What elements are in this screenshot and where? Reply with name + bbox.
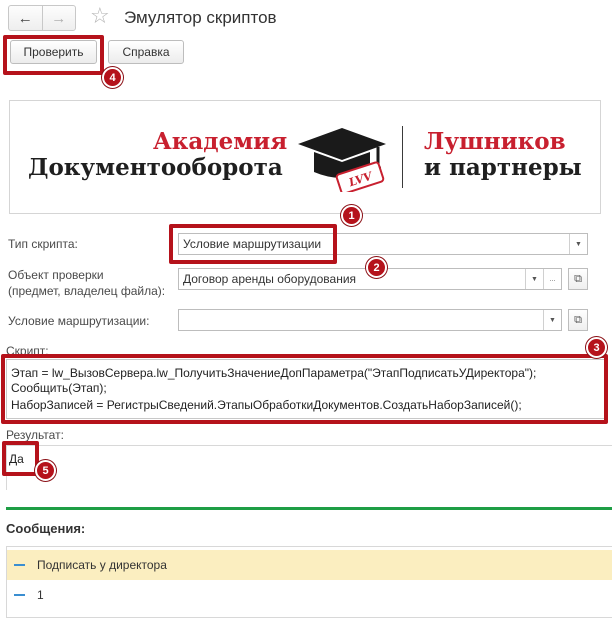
open-condition-icon[interactable]: ⧉ <box>568 309 588 331</box>
message-row[interactable]: Подписать у директора <box>7 550 612 580</box>
logo-partners-text: и партнеры <box>424 154 582 181</box>
message-dash-icon <box>14 594 25 596</box>
callout-badge-1: 1 <box>341 205 362 226</box>
chevron-down-icon[interactable]: ▼ <box>569 234 587 254</box>
back-arrow-icon[interactable]: ← <box>9 6 43 30</box>
callout-frame-result <box>2 441 39 476</box>
routing-condition-input[interactable]: ▼ <box>178 309 562 331</box>
callout-frame-check-button <box>3 35 104 75</box>
check-object-sublabel: (предмет, владелец файла): <box>8 284 166 298</box>
routing-condition-label: Условие маршрутизации: <box>8 314 150 328</box>
script-type-label: Тип скрипта: <box>8 237 78 251</box>
logo-divider <box>402 126 403 188</box>
logo-academy-text: Академия <box>153 128 288 155</box>
callout-frame-script-type <box>169 224 337 264</box>
callout-badge-3: 3 <box>586 337 607 358</box>
favorite-star-icon[interactable]: ☆ <box>90 3 110 29</box>
chevron-down-icon[interactable]: ▼ <box>525 269 543 289</box>
callout-frame-script <box>1 354 608 424</box>
navigation-buttons: ← → <box>8 5 76 31</box>
check-object-value: Договор аренды оборудования <box>183 272 357 286</box>
result-divider <box>6 445 612 446</box>
logo-docflow-text: Документооборота <box>28 154 283 181</box>
message-row[interactable]: 1 <box>7 580 612 610</box>
callout-badge-4: 4 <box>102 67 123 88</box>
choose-dots-icon[interactable]: ... <box>543 269 561 289</box>
check-object-label: Объект проверки <box>8 268 104 282</box>
message-text: 1 <box>37 588 44 602</box>
result-label: Результат: <box>6 428 64 442</box>
messages-title: Сообщения: <box>6 521 86 536</box>
callout-badge-5: 5 <box>35 460 56 481</box>
progress-divider <box>6 507 612 510</box>
message-dash-icon <box>14 564 25 566</box>
graduation-cap-icon: LVV <box>298 128 386 192</box>
help-button[interactable]: Справка <box>108 40 184 64</box>
messages-list: Подписать у директора 1 <box>6 546 612 618</box>
open-object-icon[interactable]: ⧉ <box>568 268 588 290</box>
callout-badge-2: 2 <box>366 257 387 278</box>
window-title: Эмулятор скриптов <box>124 8 277 27</box>
chevron-down-icon[interactable]: ▼ <box>543 310 561 330</box>
forward-arrow-icon[interactable]: → <box>43 6 76 30</box>
logo-lushnikov-text: Лушников <box>424 128 566 155</box>
message-text: Подписать у директора <box>37 558 167 572</box>
